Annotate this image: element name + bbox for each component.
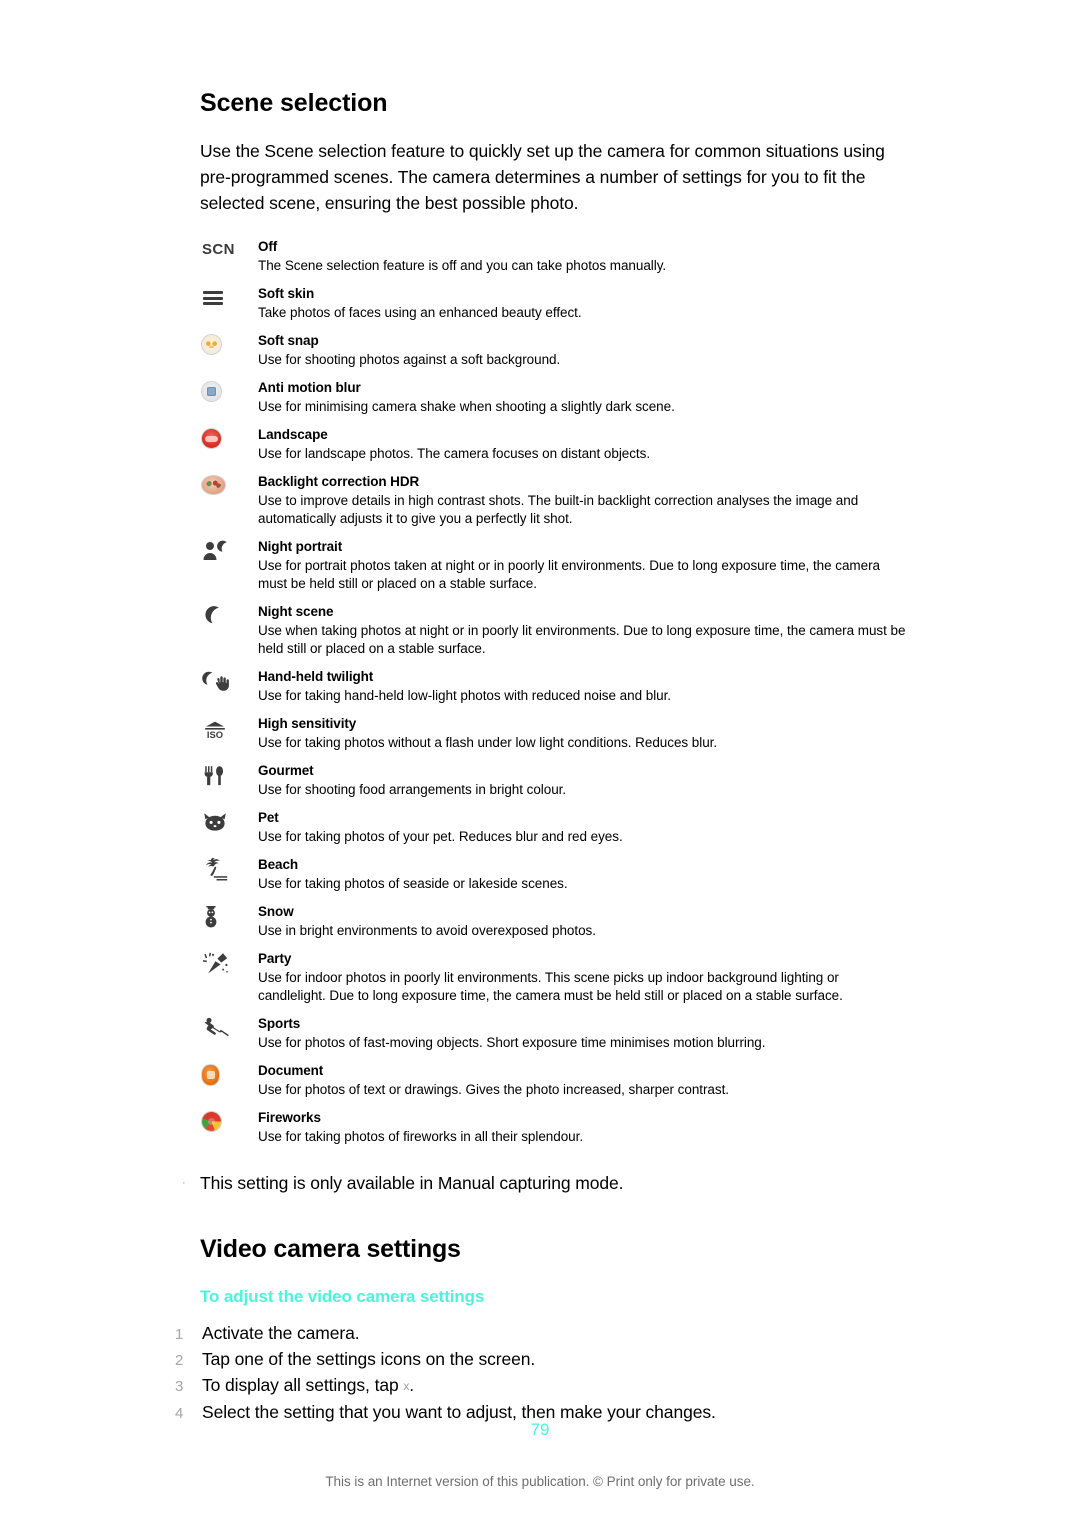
list-item: Gourmet Use for shooting food arrangemen… — [200, 762, 906, 799]
page-number: 79 — [530, 1420, 550, 1439]
scene-description: Use for minimising camera shake when sho… — [258, 399, 675, 414]
list-item: Sports Use for photos of fast-moving obj… — [200, 1015, 906, 1052]
scene-title: Night portrait — [258, 539, 343, 554]
gourmet-cutlery-icon — [200, 763, 258, 789]
video-camera-settings-heading: Video camera settings — [200, 1235, 461, 1263]
list-item: ISO High sensitivity Use for taking phot… — [200, 715, 906, 752]
soft-snap-icon — [200, 332, 258, 358]
scene-title: Off — [258, 239, 278, 254]
list-item: Hand-held twilight Use for taking hand-h… — [200, 668, 906, 705]
scene-description: The Scene selection feature is off and y… — [258, 258, 667, 273]
list-item: Night portrait Use for portrait photos t… — [200, 538, 906, 593]
list-item: Soft snap Use for shooting photos agains… — [200, 332, 906, 369]
scene-selection-list: SCN Off The Scene selection feature is o… — [200, 238, 906, 1146]
night-scene-moon-icon — [200, 604, 258, 630]
scene-title: Fireworks — [258, 1110, 321, 1125]
fireworks-icon — [200, 1109, 258, 1135]
scene-title: Snow — [258, 904, 294, 919]
list-item: Document Use for photos of text or drawi… — [200, 1062, 906, 1099]
scene-description: Use for landscape photos. The camera foc… — [258, 446, 651, 461]
scene-title: Gourmet — [258, 763, 314, 778]
list-item: Backlight correction HDR Use to improve … — [200, 473, 906, 528]
step-text-before: To display all settings, tap — [202, 1375, 404, 1396]
scn-label: SCN — [202, 241, 235, 258]
step-number: 1 — [175, 1326, 184, 1344]
settings-glyph-icon: x — [403, 1379, 410, 1394]
scene-description: Use for taking hand-held low-light photo… — [258, 688, 672, 703]
scene-description: Use for shooting photos against a soft b… — [258, 352, 561, 367]
list-item: 2 Tap one of the settings icons on the s… — [175, 1347, 906, 1373]
scene-title: Party — [258, 951, 292, 966]
list-item: Snow Use in bright environments to avoid… — [200, 903, 906, 940]
iso-high-sensitivity-icon: ISO — [200, 716, 258, 742]
soft-skin-bars-icon — [200, 285, 258, 311]
section-intro-paragraph: Use the Scene selection feature to quick… — [200, 141, 885, 213]
scene-description: Use for taking photos without a flash un… — [258, 735, 718, 750]
snow-snowman-icon — [200, 904, 258, 930]
scene-title: Pet — [258, 810, 279, 825]
list-item: Pet Use for taking photos of your pet. R… — [200, 809, 906, 846]
scene-description: Use for portrait photos taken at night o… — [258, 558, 880, 591]
page-title: Scene selection — [200, 89, 388, 117]
step-number: 3 — [175, 1378, 184, 1396]
step-number: 2 — [175, 1352, 184, 1370]
list-item: Landscape Use for landscape photos. The … — [200, 426, 906, 463]
adjust-video-settings-subheading: To adjust the video camera settings — [200, 1287, 485, 1306]
page-content: Scene selection Use the Scene selection … — [175, 88, 906, 1426]
scene-title: Anti motion blur — [258, 380, 361, 395]
list-item: Night scene Use when taking photos at ni… — [200, 603, 906, 658]
video-settings-steps: 1 Activate the camera. 2 Tap one of the … — [175, 1321, 906, 1426]
backlight-hdr-icon — [200, 473, 258, 499]
list-item: Soft skin Take photos of faces using an … — [200, 285, 906, 322]
scene-title: Night scene — [258, 604, 334, 619]
scene-description: Use for photos of text or drawings. Give… — [258, 1082, 729, 1097]
party-popper-icon — [200, 951, 258, 977]
step-text: To display all settings, tap x. — [202, 1373, 906, 1400]
list-item: 3 To display all settings, tap x. — [175, 1373, 906, 1400]
scene-title: Document — [258, 1063, 324, 1078]
svg-text:ISO: ISO — [207, 729, 223, 740]
scene-description: Use in bright environments to avoid over… — [258, 923, 596, 938]
scn-text-icon: SCN — [200, 238, 258, 264]
list-item: Fireworks Use for taking photos of firew… — [200, 1109, 906, 1146]
scene-description: Take photos of faces using an enhanced b… — [258, 305, 582, 320]
list-item: Beach Use for taking photos of seaside o… — [200, 856, 906, 893]
night-portrait-icon — [200, 539, 258, 565]
pet-cat-face-icon — [200, 810, 258, 836]
scene-title: High sensitivity — [258, 716, 357, 731]
scene-title: Hand-held twilight — [258, 669, 374, 684]
scene-title: Beach — [258, 857, 299, 872]
step-text-after: . — [409, 1375, 415, 1396]
step-text: Activate the camera. — [202, 1323, 360, 1344]
scene-title: Sports — [258, 1016, 301, 1031]
landscape-icon — [200, 426, 258, 452]
scene-description: Use when taking photos at night or in po… — [258, 623, 906, 656]
scene-description: Use for shooting food arrangements in br… — [258, 782, 567, 797]
scene-description: Use for taking photos of fireworks in al… — [258, 1129, 584, 1144]
list-item: 1 Activate the camera. — [175, 1321, 906, 1347]
document-icon — [200, 1062, 258, 1088]
list-item: Party Use for indoor photos in poorly li… — [200, 950, 906, 1005]
sports-runner-icon — [200, 1016, 258, 1042]
scene-description: Use for indoor photos in poorly lit envi… — [258, 970, 843, 1003]
list-item: SCN Off The Scene selection feature is o… — [200, 238, 906, 275]
scene-description: Use for taking photos of seaside or lake… — [258, 876, 568, 891]
scene-title: Soft skin — [258, 286, 315, 301]
scene-description: Use for photos of fast-moving objects. S… — [258, 1035, 766, 1050]
anti-motion-blur-icon — [200, 379, 258, 405]
document-page: Scene selection Use the Scene selection … — [0, 0, 1080, 1527]
list-item: Anti motion blur Use for minimising came… — [200, 379, 906, 416]
manual-mode-note: · This setting is only available in Manu… — [176, 1170, 906, 1196]
beach-palm-tree-icon — [200, 857, 258, 883]
scene-title: Backlight correction HDR — [258, 474, 420, 489]
note-bullet-icon: · — [182, 1177, 186, 1189]
hand-held-twilight-icon — [200, 669, 258, 695]
note-text: This setting is only available in Manual… — [200, 1173, 624, 1193]
footer-note: This is an Internet version of this publ… — [325, 1474, 755, 1489]
step-text: Tap one of the settings icons on the scr… — [202, 1349, 536, 1370]
scene-title: Landscape — [258, 427, 328, 442]
scene-title: Soft snap — [258, 333, 319, 348]
scene-description: Use to improve details in high contrast … — [258, 493, 859, 526]
scene-description: Use for taking photos of your pet. Reduc… — [258, 829, 623, 844]
